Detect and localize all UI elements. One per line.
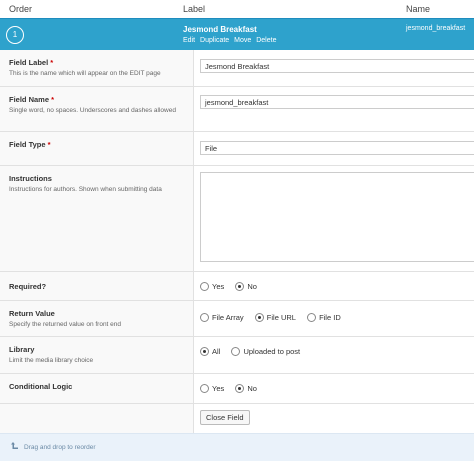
conditional-logic-title: Conditional Logic <box>9 382 73 391</box>
radio-icon[interactable] <box>200 384 209 393</box>
radio-icon[interactable] <box>200 282 209 291</box>
duplicate-link[interactable]: Duplicate <box>200 37 229 44</box>
library-title: Library <box>9 345 35 354</box>
radio-icon[interactable] <box>307 313 317 322</box>
field-header-bar[interactable]: 1 Jesmond Breakfast Edit Duplicate Move … <box>0 18 474 50</box>
field-title[interactable]: Jesmond Breakfast <box>183 25 257 34</box>
field-name-input[interactable]: jesmond_breakfast <box>200 95 474 109</box>
required-title: Required? <box>9 282 47 291</box>
field-label-desc: This is the name which will appear on th… <box>9 70 161 77</box>
required-marker: * <box>47 140 51 149</box>
required-radio-group: Yes No <box>200 282 266 291</box>
edit-link[interactable]: Edit <box>183 37 195 44</box>
radio-checked-icon[interactable] <box>200 347 209 356</box>
instructions-textarea[interactable] <box>200 172 474 262</box>
conditional-no-option[interactable]: No <box>235 384 257 393</box>
row-field-name: Field Name * Single word, no spaces. Und… <box>0 87 474 132</box>
column-name: Name <box>406 4 431 14</box>
conditional-logic-radio-group: Yes No <box>200 384 266 393</box>
field-type-select[interactable]: File <box>200 141 474 155</box>
radio-icon[interactable] <box>200 313 209 322</box>
column-header: Order Label Name <box>0 0 474 18</box>
field-name-display: jesmond_breakfast <box>406 25 466 32</box>
field-name-title: Field Name <box>9 95 50 104</box>
radio-icon[interactable] <box>231 347 241 356</box>
radio-checked-icon[interactable] <box>254 313 264 322</box>
required-marker: * <box>51 95 55 104</box>
row-return-value: Return Value Specify the returned value … <box>0 301 474 337</box>
row-conditional-logic: Conditional Logic Yes No <box>0 374 474 404</box>
row-close-field: Close Field <box>0 404 474 433</box>
required-no-option[interactable]: No <box>235 282 257 291</box>
library-radio-group: All Uploaded to post <box>200 347 309 356</box>
instructions-title: Instructions <box>9 174 52 183</box>
return-value-title: Return Value <box>9 309 55 318</box>
library-all-option[interactable]: All <box>200 347 220 356</box>
return-file-url-option[interactable]: File URL <box>254 313 296 322</box>
return-file-array-option[interactable]: File Array <box>200 313 244 322</box>
close-field-button[interactable]: Close Field <box>200 410 250 425</box>
required-yes-option[interactable]: Yes <box>200 282 224 291</box>
reorder-arrow-icon <box>11 442 18 449</box>
field-actions: Edit Duplicate Move Delete <box>183 37 279 44</box>
column-order: Order <box>9 4 33 14</box>
radio-checked-icon[interactable] <box>235 384 245 393</box>
return-value-radio-group: File Array File URL File ID <box>200 313 350 322</box>
library-desc: Limit the media library choice <box>9 357 94 364</box>
reorder-footer: Drag and drop to reorder <box>0 433 474 461</box>
field-label-title: Field Label <box>9 58 49 67</box>
row-instructions: Instructions Instructions for authors. S… <box>0 166 474 272</box>
row-field-type: Field Type * File <box>0 132 474 166</box>
library-uploaded-option[interactable]: Uploaded to post <box>231 347 300 356</box>
row-field-label: Field Label * This is the name which wil… <box>0 50 474 87</box>
field-label-input[interactable]: Jesmond Breakfast <box>200 59 474 73</box>
reorder-hint: Drag and drop to reorder <box>24 444 96 451</box>
field-order-badge: 1 <box>6 26 24 44</box>
required-marker: * <box>50 58 54 67</box>
field-type-title: Field Type <box>9 140 46 149</box>
row-library: Library Limit the media library choice A… <box>0 337 474 374</box>
conditional-yes-option[interactable]: Yes <box>200 384 224 393</box>
return-file-id-option[interactable]: File ID <box>307 313 341 322</box>
radio-checked-icon[interactable] <box>235 282 245 291</box>
delete-link[interactable]: Delete <box>256 37 276 44</box>
return-value-desc: Specify the returned value on front end <box>9 321 122 328</box>
move-link[interactable]: Move <box>234 37 251 44</box>
row-required: Required? Yes No <box>0 272 474 301</box>
field-name-desc: Single word, no spaces. Underscores and … <box>9 107 176 114</box>
column-label: Label <box>183 4 206 14</box>
instructions-desc: Instructions for authors. Shown when sub… <box>9 186 162 193</box>
